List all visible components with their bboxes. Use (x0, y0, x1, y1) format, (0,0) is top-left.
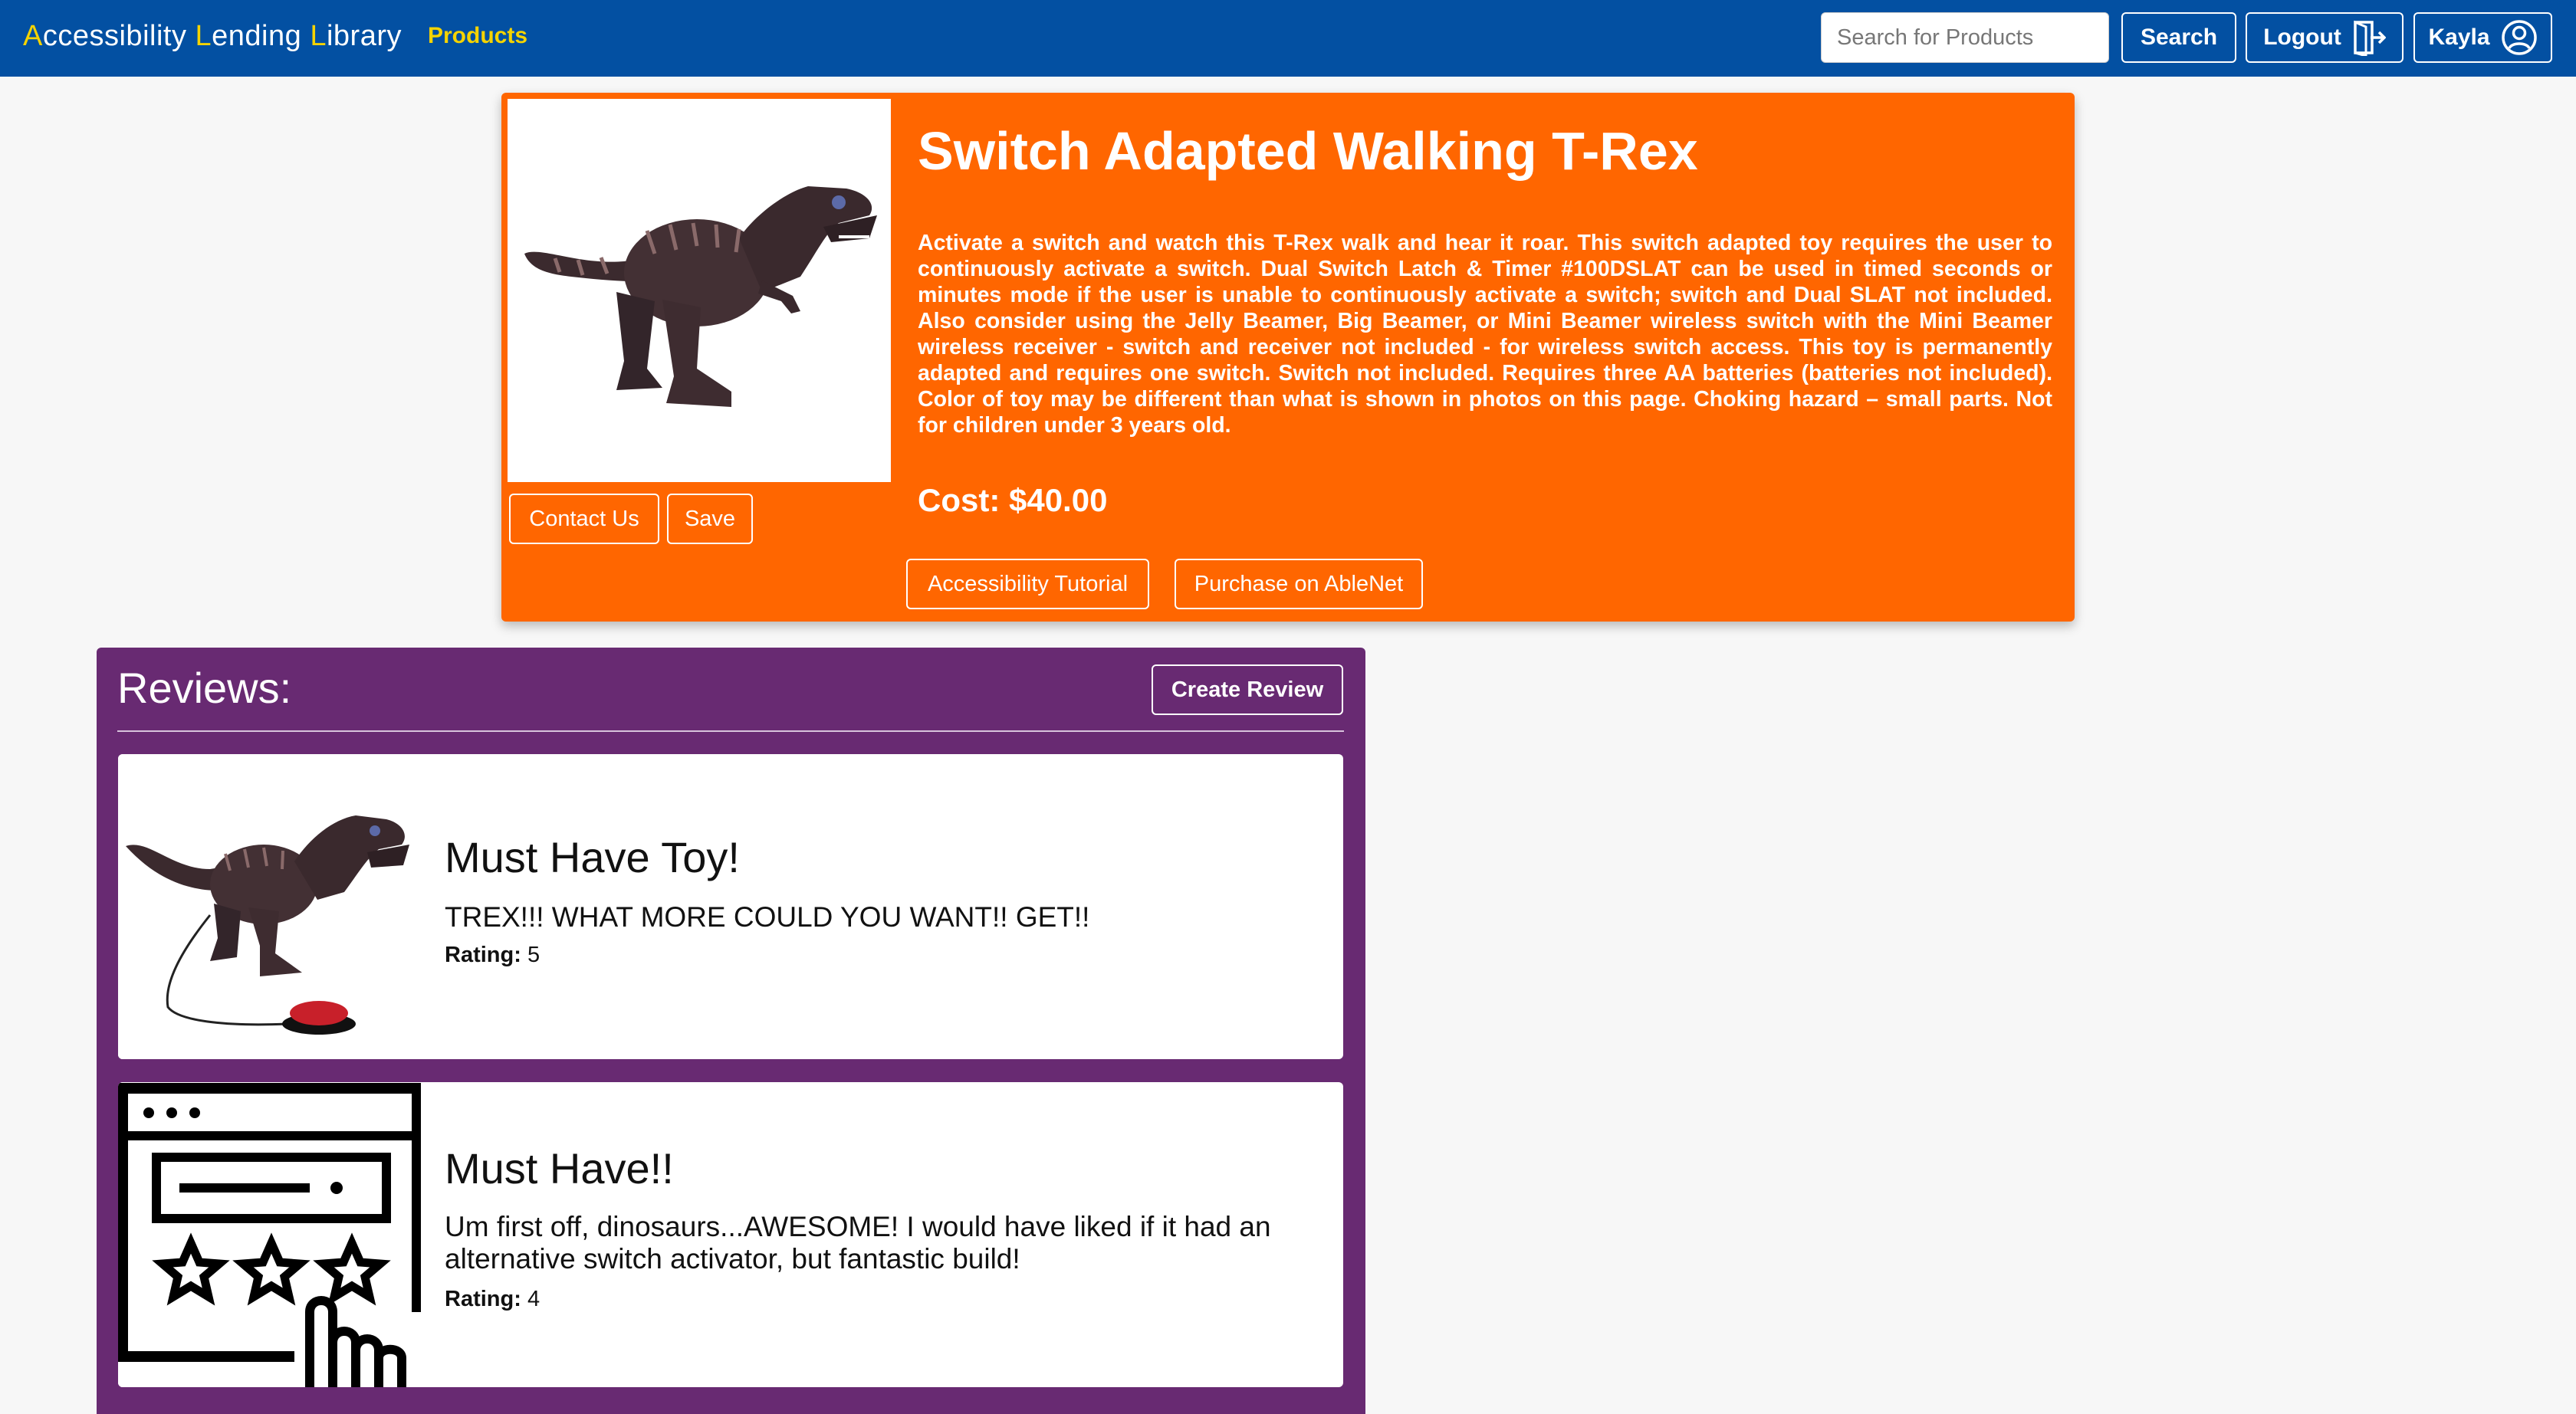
save-button[interactable]: Save (667, 494, 753, 544)
review-title: Must Have Toy! (445, 833, 740, 881)
rating-value: 4 (527, 1287, 540, 1311)
review-card: Must Have Toy! TREX!!! WHAT MORE COULD Y… (118, 754, 1343, 1059)
review-rating: Rating: 5 (445, 943, 540, 968)
review-text: Um first off, dinosaurs...AWESOME! I wou… (445, 1211, 1271, 1275)
product-title: Switch Adapted Walking T-Rex (918, 121, 1698, 181)
reviews-heading: Reviews: (117, 664, 292, 712)
user-avatar-icon (2501, 20, 2537, 55)
logout-label: Logout (2263, 25, 2341, 50)
review-card: Must Have!! Um first off, dinosaurs...AW… (118, 1082, 1343, 1387)
rating-label: Rating: (445, 943, 521, 967)
brand-logo[interactable]: Accessibility Lending Library (23, 20, 402, 53)
brand-word-1: ccessibility (42, 20, 196, 52)
purchase-ablenet-button[interactable]: Purchase on AbleNet (1175, 559, 1423, 609)
review-rating-icon (118, 1082, 421, 1387)
product-card: Contact Us Save Switch Adapted Walking T… (501, 93, 2075, 622)
contact-us-button[interactable]: Contact Us (509, 494, 659, 544)
review-title: Must Have!! (445, 1144, 674, 1193)
create-review-button[interactable]: Create Review (1152, 664, 1343, 715)
search-input[interactable] (1821, 12, 2109, 63)
review-rating: Rating: 4 (445, 1287, 540, 1312)
nav-products-link[interactable]: Products (428, 23, 527, 49)
user-name: Kayla (2428, 25, 2490, 50)
accessibility-tutorial-button[interactable]: Accessibility Tutorial (906, 559, 1149, 609)
reviews-divider (117, 730, 1344, 732)
t-rex-image (524, 186, 877, 407)
brand-initial-a: A (23, 20, 43, 52)
rating-value: 5 (527, 943, 540, 967)
review-text: TREX!!! WHAT MORE COULD YOU WANT!! GET!! (445, 901, 1090, 933)
review-t-rex-photo (118, 754, 421, 1059)
logout-button[interactable]: Logout (2246, 12, 2404, 63)
brand-initial-l2: L (310, 20, 327, 52)
product-image (508, 99, 891, 482)
brand-word-2: ending (212, 20, 310, 52)
logout-icon (2354, 20, 2386, 56)
product-description: Activate a switch and watch this T-Rex w… (918, 231, 2052, 438)
brand-initial-l: L (195, 20, 212, 52)
search-button[interactable]: Search (2121, 12, 2236, 63)
navbar: Accessibility Lending Library Products S… (0, 0, 2576, 77)
reviews-panel: Reviews: Create Review Must Have Toy! TR… (97, 648, 1365, 1414)
user-menu-button[interactable]: Kayla (2413, 12, 2552, 63)
rating-label: Rating: (445, 1287, 521, 1311)
product-cost: Cost: $40.00 (918, 482, 1108, 518)
brand-word-3: ibrary (326, 20, 402, 52)
